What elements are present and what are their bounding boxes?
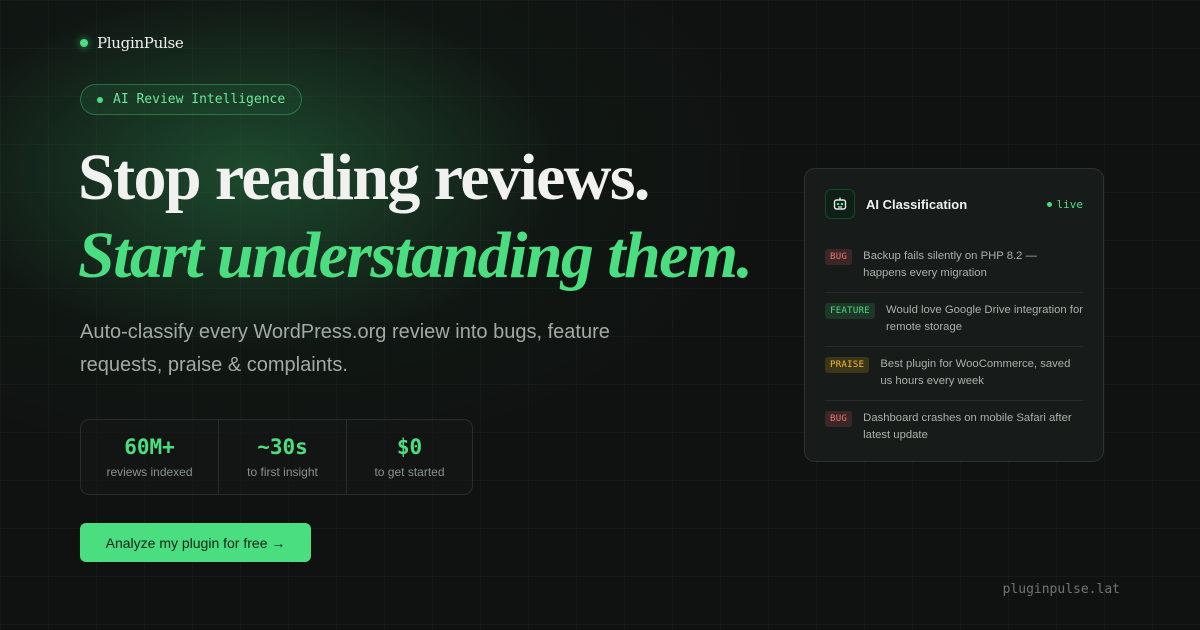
review-text: Dashboard crashes on mobile Safari after… [863,412,1072,441]
analyze-plugin-button[interactable]: Analyze my plugin for free → [80,523,311,562]
live-dot-icon [1046,201,1052,207]
review-item[interactable]: BUG Backup fails silently on PHP 8.2 — h… [825,239,1083,293]
review-text: Backup fails silently on PHP 8.2 — happe… [863,250,1037,279]
brand-logo[interactable]: PluginPulse [80,34,184,52]
badge-dot-icon [97,96,103,103]
tag-praise: PRAISE [825,357,870,373]
tag-feature: FEATURE [825,303,876,319]
card-header: AI Classification live [825,169,1083,239]
review-item[interactable]: BUG Dashboard crashes on mobile Safari a… [825,401,1083,455]
live-status: live [1046,197,1084,211]
ai-classification-card: AI Classification live BUG Backup fails … [804,168,1104,462]
stat-reviews-indexed: 60M+ reviews indexed [81,420,219,494]
card-title: AI Classification [866,196,968,212]
stat-value: $0 [396,435,423,459]
feature-badge: AI Review Intelligence [80,84,303,115]
review-text: Best plugin for WooCommerce, saved us ho… [880,358,1071,387]
stat-value: ~30s [257,435,308,459]
review-text: Would love Google Drive integration for … [886,304,1083,333]
stat-first-insight: ~30s to first insight [219,420,347,494]
stat-get-started: $0 to get started [347,420,472,494]
stat-label: reviews indexed [106,465,193,479]
domain-url: pluginpulse.lat [1002,582,1120,597]
headline-line-1: Stop reading reviews. [78,141,650,214]
stat-label: to get started [374,465,445,479]
tag-bug: BUG [825,249,853,265]
badge-text: AI Review Intelligence [113,92,286,107]
stats-panel: 60M+ reviews indexed ~30s to first insig… [80,419,473,495]
tag-bug: BUG [825,411,853,427]
live-status-text: live [1056,197,1084,211]
review-item[interactable]: PRAISE Best plugin for WooCommerce, save… [825,347,1083,401]
headline-line-2: Start understanding them. [78,219,753,292]
stat-label: to first insight [247,465,318,479]
stat-value: 60M+ [124,435,175,459]
brand-name: PluginPulse [97,34,184,52]
robot-icon [825,189,855,219]
review-item[interactable]: FEATURE Would love Google Drive integrat… [825,293,1083,347]
logo-dot-icon [80,39,88,47]
subtitle: Auto-classify every WordPress.org review… [80,321,610,376]
